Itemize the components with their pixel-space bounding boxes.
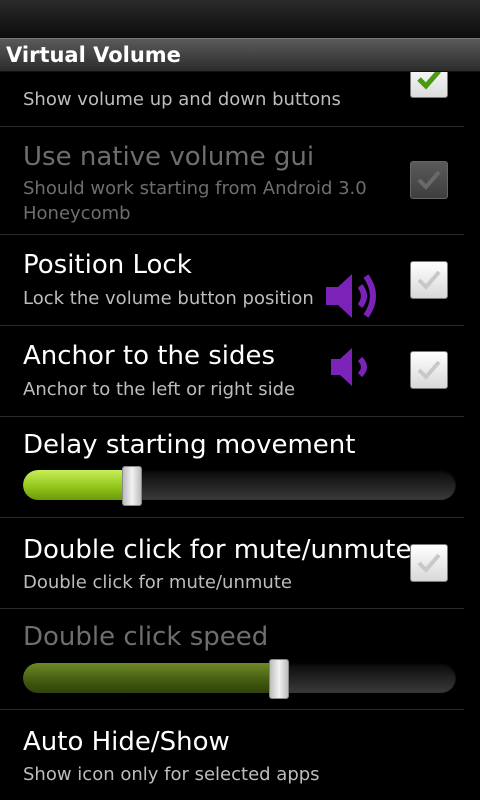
check-icon <box>417 270 441 290</box>
pref-auto-hide-show[interactable]: Auto Hide/Show Show icon only for select… <box>0 709 464 800</box>
pref-title: Delay starting movement <box>23 430 356 460</box>
pref-summary: Anchor to the left or right side <box>23 379 296 400</box>
check-icon <box>417 72 441 90</box>
pref-summary: Show icon only for selected apps <box>23 764 320 785</box>
check-icon <box>417 553 441 573</box>
volume-low-icon[interactable] <box>328 344 374 390</box>
title-bar: Virtual Volume <box>0 38 480 72</box>
slider-thumb[interactable] <box>122 466 142 506</box>
checkbox-position-lock[interactable] <box>410 261 448 299</box>
pref-title: Double click for mute/unmute <box>23 535 412 565</box>
check-icon <box>417 360 441 380</box>
checkbox-show-volume-buttons[interactable] <box>410 72 448 98</box>
preferences-list: Show volume up and down buttons Use nati… <box>0 72 480 800</box>
pref-summary: Show volume up and down buttons <box>23 89 341 110</box>
pref-summary-line2: Honeycomb <box>23 203 131 224</box>
status-bar <box>0 0 480 38</box>
volume-loud-icon[interactable] <box>322 268 382 324</box>
pref-summary: Lock the volume button position <box>23 288 314 309</box>
pref-double-click-speed: Double click speed <box>0 608 464 710</box>
checkbox-double-click-mute[interactable] <box>410 544 448 582</box>
app-title: Virtual Volume <box>6 43 181 67</box>
scroll-edge <box>464 72 480 800</box>
delay-slider[interactable] <box>23 470 456 500</box>
checkbox-anchor-sides[interactable] <box>410 351 448 389</box>
pref-anchor-sides[interactable]: Anchor to the sides Anchor to the left o… <box>0 325 464 417</box>
pref-double-click-mute[interactable]: Double click for mute/unmute Double clic… <box>0 517 464 609</box>
pref-summary: Double click for mute/unmute <box>23 572 292 593</box>
checkbox-native-volume-gui <box>410 161 448 199</box>
pref-title: Use native volume gui <box>23 142 315 172</box>
pref-show-volume-buttons[interactable]: Show volume up and down buttons <box>0 72 464 127</box>
pref-native-volume-gui: Use native volume gui Should work starti… <box>0 126 464 235</box>
slider-fill <box>23 470 131 500</box>
pref-title: Position Lock <box>23 250 192 280</box>
pref-title: Double click speed <box>23 622 269 652</box>
pref-delay-movement[interactable]: Delay starting movement <box>0 416 464 518</box>
check-icon <box>417 170 441 190</box>
slider-fill <box>23 663 278 693</box>
speed-slider <box>23 663 456 693</box>
pref-title: Anchor to the sides <box>23 341 276 371</box>
slider-thumb <box>269 659 289 699</box>
pref-title: Auto Hide/Show <box>23 727 230 757</box>
pref-position-lock[interactable]: Position Lock Lock the volume button pos… <box>0 234 464 326</box>
pref-summary-line1: Should work starting from Android 3.0 <box>23 178 367 199</box>
